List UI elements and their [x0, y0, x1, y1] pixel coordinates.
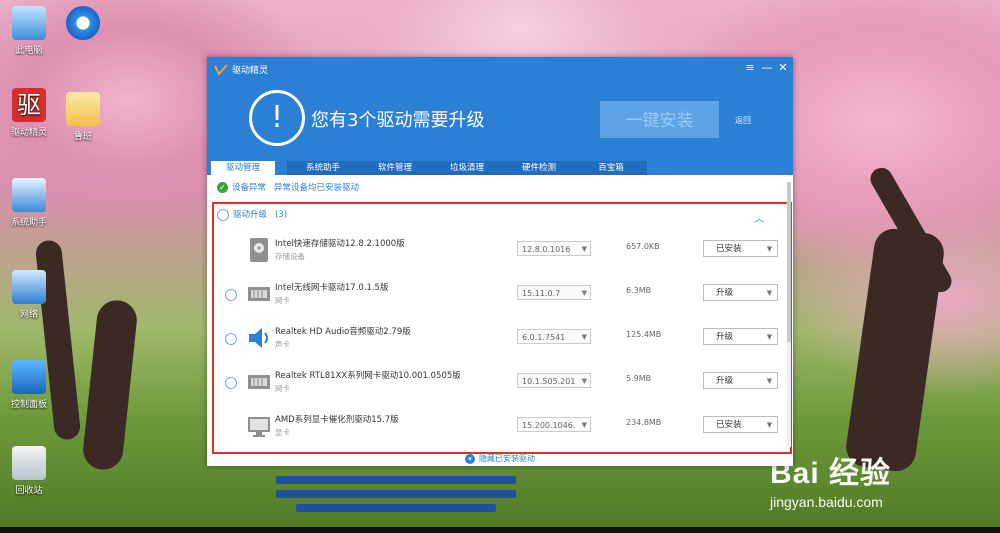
back-link[interactable]: 返回 — [735, 115, 751, 126]
desktop-icon-control-panel[interactable]: 控制面板 — [2, 360, 56, 410]
driver-select-radio[interactable] — [225, 289, 237, 301]
install-all-button[interactable]: 一键安装 — [600, 101, 719, 138]
action-dropdown-icon[interactable]: ▼ — [762, 328, 778, 345]
driver-name: Intel无线网卡驱动17.0.1.5版 — [275, 283, 389, 293]
version-select[interactable]: 15.11.0.7 ▼ — [517, 285, 591, 300]
group-count: (3) — [275, 210, 288, 220]
network-icon — [12, 270, 46, 304]
desktop-icon-driver-genius[interactable]: 驱 驱动精灵 — [2, 88, 56, 138]
driver-size: 6.3MB — [626, 286, 652, 295]
driver-size: 657.0KB — [626, 242, 660, 251]
action-dropdown-icon[interactable]: ▼ — [762, 240, 778, 257]
upgrade-button[interactable]: 升级 — [703, 328, 763, 345]
scrollbar-thumb[interactable] — [787, 182, 791, 342]
window-header: 驱动精灵 ≡ — ✕ ! 您有3个驱动需要升级 一键安装 返回 驱动管理 系统助… — [207, 57, 793, 175]
desktop-icon-folder[interactable]: 鲁班 — [56, 92, 110, 142]
installed-button[interactable]: 已安装 — [703, 240, 763, 257]
tab-toolbox[interactable]: 百宝箱 — [575, 161, 647, 175]
computer-icon — [12, 6, 46, 40]
recycle-bin-icon — [12, 446, 46, 480]
system-assistant-icon — [12, 178, 46, 212]
monitor-icon — [248, 417, 270, 437]
tab-driver-management[interactable]: 驱动管理 — [211, 161, 275, 175]
driver-name: Intel快速存储驱动12.8.2.1000版 — [275, 239, 405, 249]
desktop-icon-system-assistant[interactable]: 系统助手 — [2, 178, 56, 228]
desktop-icon-network[interactable]: 网络 — [2, 270, 56, 320]
driver-category: 网卡 — [275, 296, 290, 305]
driver-genius-window: 驱动精灵 ≡ — ✕ ! 您有3个驱动需要升级 一键安装 返回 驱动管理 系统助… — [207, 57, 793, 466]
driver-category: 显卡 — [275, 428, 290, 437]
driver-row: Realtek RTL81XX系列网卡驱动10.001.0505版 网卡 10.… — [217, 361, 779, 405]
park-bench — [276, 470, 516, 530]
tab-hardware-detect[interactable]: 硬件检测 — [503, 161, 575, 175]
desktop-icon-recycle-bin[interactable]: 回收站 — [2, 446, 56, 496]
scrollbar[interactable] — [787, 182, 791, 447]
action-dropdown-icon[interactable]: ▼ — [762, 372, 778, 389]
speaker-icon — [249, 328, 268, 348]
control-panel-icon — [12, 360, 46, 394]
menu-icon[interactable]: ≡ — [743, 61, 757, 74]
dropdown-arrow-icon: ▼ — [581, 333, 587, 341]
folder-icon — [66, 92, 100, 126]
tab-bar: 驱动管理 系统助手 软件管理 垃圾清理 硬件检测 百宝箱 — [207, 161, 793, 175]
dropdown-arrow-icon: ▼ — [581, 421, 587, 429]
driver-category: 网卡 — [275, 384, 290, 393]
driver-row: Realtek HD Audio音频驱动2.79版 声卡 6.0.1.7541 ▼… — [217, 317, 779, 361]
taskbar — [0, 527, 1000, 533]
driver-row: Intel快速存储驱动12.8.2.1000版 存储设备 12.8.0.1016… — [217, 229, 779, 273]
dropdown-arrow-icon: ▼ — [581, 377, 587, 385]
status-detail: 异常设备均已安装驱动 — [274, 183, 360, 193]
minimize-icon[interactable]: — — [760, 61, 774, 74]
upgrade-button[interactable]: 升级 — [703, 372, 763, 389]
driver-upgrade-group[interactable]: 驱动升级 (3) — [217, 207, 777, 223]
driver-row: AMD系列显卡催化剂驱动15.7版 显卡 15.200.1046. ▼ 234.8… — [217, 405, 779, 449]
internet-explorer-icon — [66, 6, 100, 40]
driver-name: Realtek RTL81XX系列网卡驱动10.001.0505版 — [275, 371, 461, 381]
tab-system-assistant[interactable]: 系统助手 — [287, 161, 359, 175]
driver-category: 存储设备 — [275, 252, 305, 261]
driver-select-radio[interactable] — [225, 333, 237, 345]
version-select[interactable]: 10.1.505.201 ▼ — [517, 373, 591, 388]
close-icon[interactable]: ✕ — [776, 61, 790, 74]
driver-category: 声卡 — [275, 340, 290, 349]
tab-junk-clean[interactable]: 垃圾清理 — [431, 161, 503, 175]
driver-genius-icon: 驱 — [12, 88, 46, 122]
upgrade-button[interactable]: 升级 — [703, 284, 763, 301]
dropdown-arrow-icon: ▼ — [581, 289, 587, 297]
version-select[interactable]: 15.200.1046. ▼ — [517, 417, 591, 432]
group-label: 驱动升级 — [233, 210, 268, 220]
driver-size: 5.9MB — [626, 374, 652, 383]
tab-software-management[interactable]: 软件管理 — [359, 161, 431, 175]
driver-size: 234.8MB — [626, 418, 662, 427]
desktop-icon-this-pc[interactable]: 此电脑 — [2, 6, 56, 56]
headline: 您有3个驱动需要升级 — [311, 110, 485, 131]
driver-row: Intel无线网卡驱动17.0.1.5版 网卡 15.11.0.7 ▼ 6.3MB… — [217, 273, 779, 317]
app-logo-icon — [214, 64, 228, 76]
check-icon: ✓ — [217, 182, 228, 193]
action-dropdown-icon[interactable]: ▼ — [762, 416, 778, 433]
network-card-icon — [248, 287, 270, 301]
status-label: 设备异常 — [232, 183, 267, 193]
network-card-icon — [248, 375, 270, 389]
version-select[interactable]: 6.0.1.7541 ▼ — [517, 329, 591, 344]
group-select-radio[interactable] — [217, 208, 229, 221]
driver-select-radio[interactable] — [225, 377, 237, 389]
action-dropdown-icon[interactable]: ▼ — [762, 284, 778, 301]
exclamation-icon: ! — [249, 90, 305, 146]
desktop-icon-ie[interactable] — [56, 6, 110, 43]
driver-size: 125.4MB — [626, 330, 662, 339]
dropdown-arrow-icon: ▼ — [581, 245, 587, 253]
driver-name: Realtek HD Audio音频驱动2.79版 — [275, 327, 411, 337]
hide-icon: ▾ — [465, 453, 475, 464]
collapse-chevron-up-icon[interactable]: ︿ — [754, 210, 764, 225]
app-title: 驱动精灵 — [232, 66, 269, 76]
version-select[interactable]: 12.8.0.1016 ▼ — [517, 241, 591, 256]
device-status: ✓ 设备异常 异常设备均已安装驱动 — [217, 182, 359, 194]
hide-installed-link[interactable]: ▾ 隐藏已安装驱动 — [207, 451, 793, 466]
driver-name: AMD系列显卡催化剂驱动15.7版 — [275, 415, 399, 425]
installed-button[interactable]: 已安装 — [703, 416, 763, 433]
storage-icon — [250, 238, 268, 262]
